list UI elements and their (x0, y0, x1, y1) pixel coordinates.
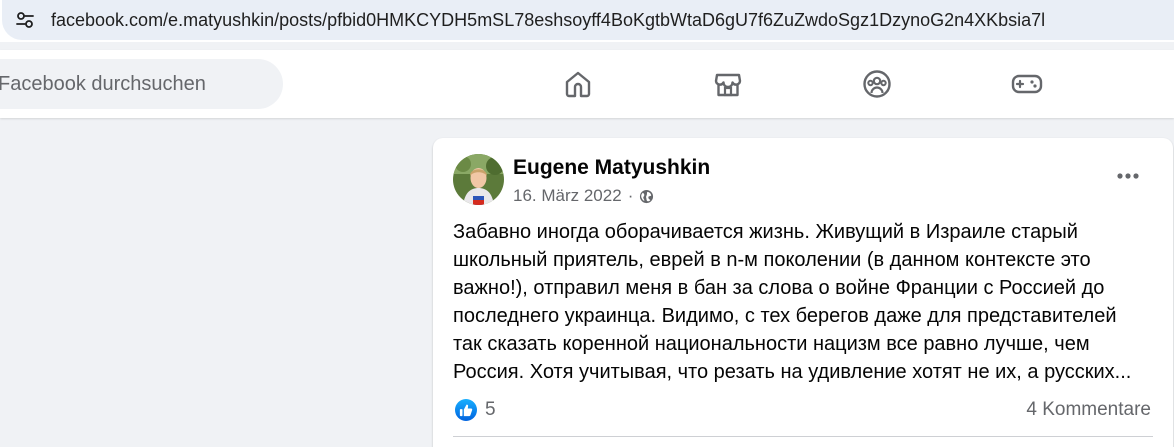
post-text: Забавно иногда оборачивается жизнь. Живу… (453, 221, 1132, 383)
home-icon[interactable] (562, 68, 594, 100)
like-reaction-icon (455, 399, 477, 421)
post-card: Eugene Matyushkin 16. März 2022 · Забавн… (433, 138, 1173, 447)
browser-address-bar: facebook.com/e.matyushkin/posts/pfbid0HM… (0, 0, 1174, 42)
divider (453, 436, 1153, 437)
post-date[interactable]: 16. März 2022 (513, 186, 622, 206)
avatar[interactable] (453, 154, 504, 205)
search-box[interactable] (0, 59, 283, 109)
url-text[interactable]: facebook.com/e.matyushkin/posts/pfbid0HM… (51, 9, 1045, 31)
facebook-top-nav (0, 50, 1174, 118)
gaming-icon[interactable] (1011, 68, 1043, 100)
meta-separator: · (627, 186, 634, 205)
marketplace-icon[interactable] (712, 68, 744, 100)
post-options-button[interactable] (1113, 164, 1143, 188)
tune-icon[interactable] (15, 10, 35, 30)
author-name[interactable]: Eugene Matyushkin (513, 156, 710, 180)
url-field[interactable]: facebook.com/e.matyushkin/posts/pfbid0HM… (2, 0, 1174, 40)
post-meta: 16. März 2022 · (513, 185, 654, 207)
reaction-count: 5 (485, 399, 496, 420)
groups-icon[interactable] (861, 68, 893, 100)
search-input[interactable] (0, 59, 283, 109)
globe-icon[interactable] (639, 189, 654, 204)
reactions-summary[interactable]: 5 (455, 398, 496, 422)
comments-count[interactable]: 4 Kommentare (1026, 399, 1151, 421)
